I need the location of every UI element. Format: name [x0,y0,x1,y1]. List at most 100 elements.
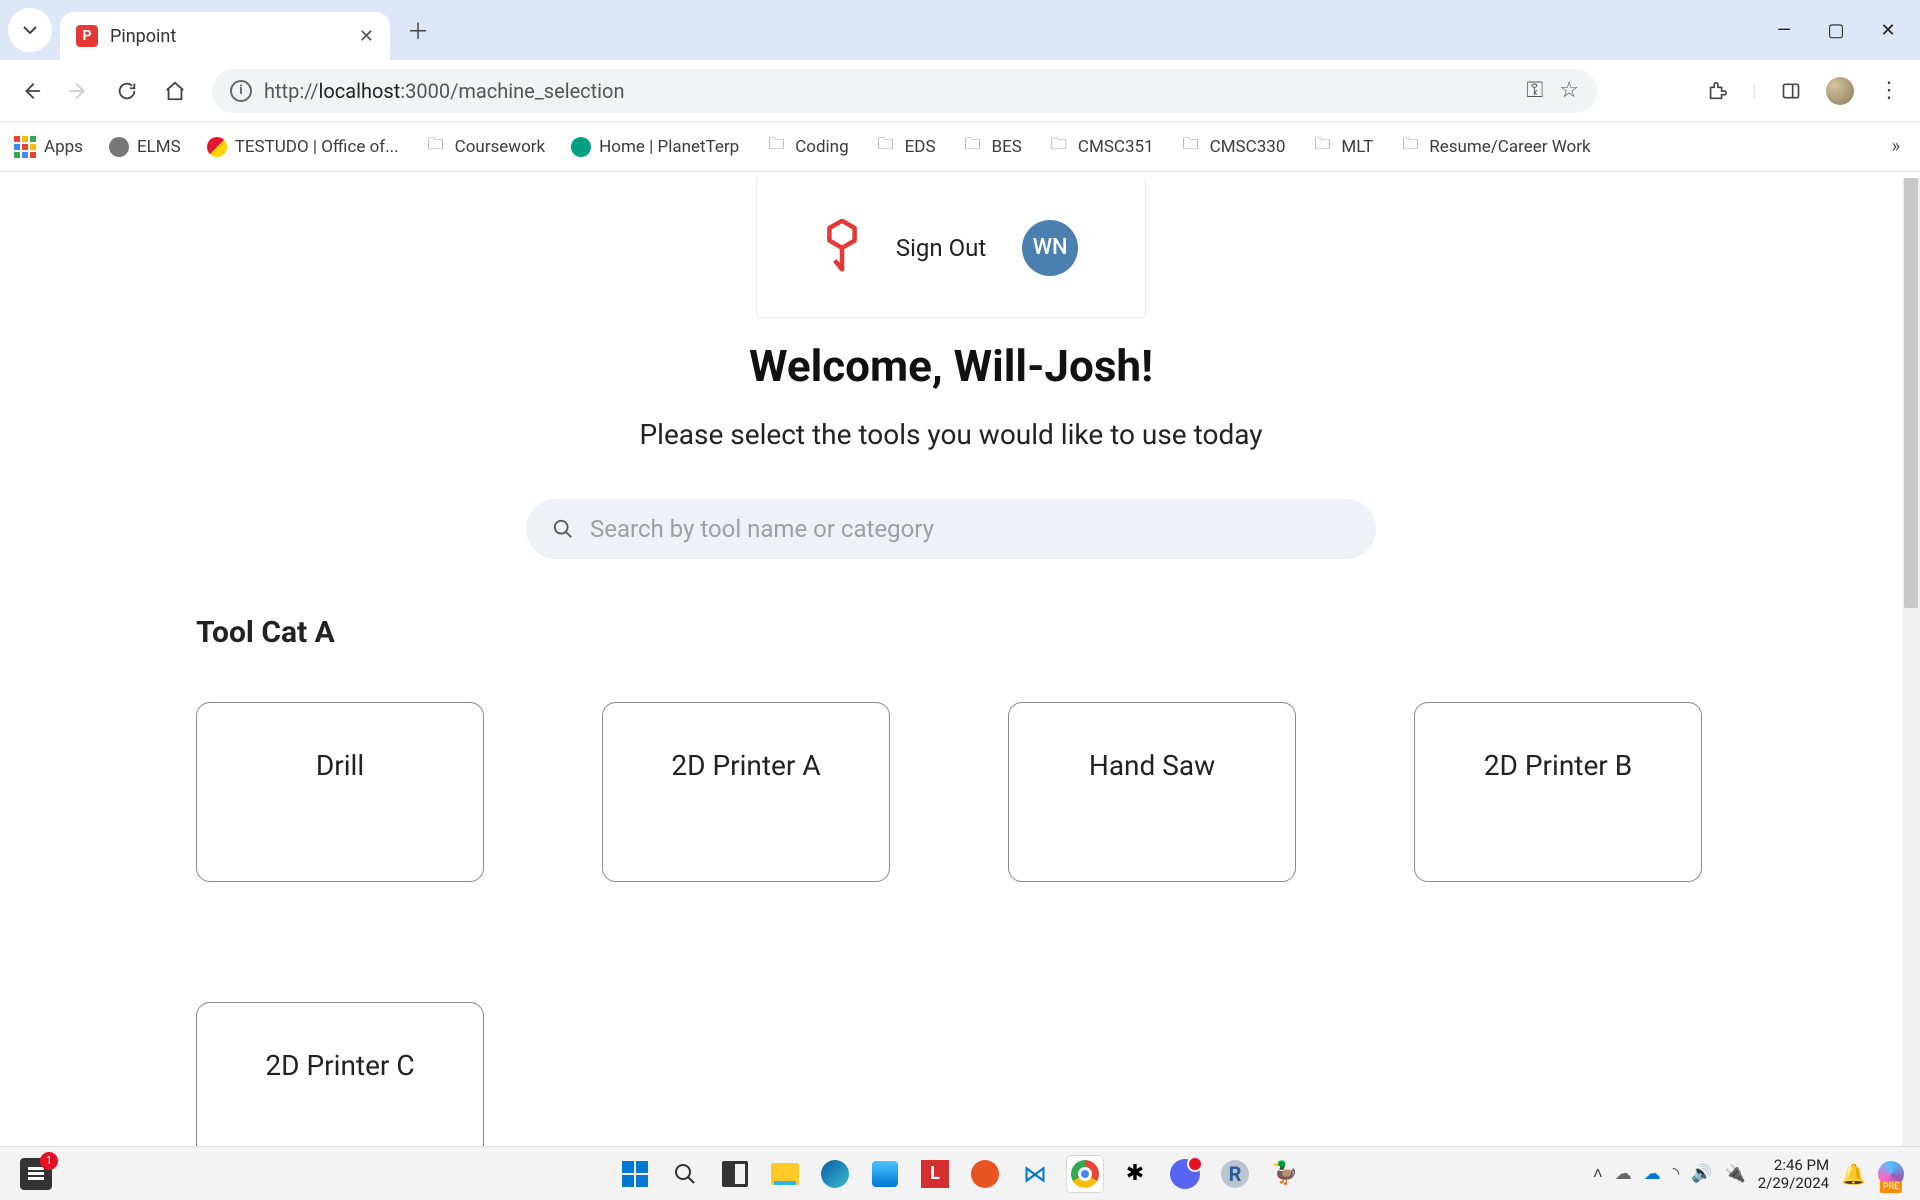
tab-search-button[interactable] [8,8,52,52]
tab-title: Pinpoint [110,26,347,47]
welcome-heading: Welcome, Will-Josh! [0,340,1902,392]
tool-card[interactable]: Drill [196,702,484,882]
browser-tab[interactable]: P Pinpoint ✕ [60,12,390,60]
site-info-icon[interactable]: i [230,80,252,102]
search-icon [673,1162,697,1186]
tray-overflow[interactable]: ˄ [1593,1164,1603,1184]
search-button[interactable] [667,1156,703,1192]
folder-icon: 🗀 [1048,136,1070,158]
page-content: Sign Out WN Welcome, Will-Josh! Please s… [0,178,1902,1168]
back-button[interactable] [14,74,48,108]
chrome-app[interactable] [1067,1156,1103,1192]
user-avatar-badge[interactable]: WN [1022,220,1078,276]
scrollbar-thumb[interactable] [1904,178,1918,608]
search-icon [552,518,574,540]
bookmark-item[interactable]: 🗀BES [962,136,1022,158]
bookmark-item[interactable]: 🗀Coursework [425,136,546,158]
menu-button[interactable]: ⋮ [1872,74,1906,108]
close-window-button[interactable]: ✕ [1876,20,1900,41]
home-button[interactable] [158,74,192,108]
folder-icon: 🗀 [962,136,984,158]
volume-icon[interactable]: 🔊 [1691,1164,1712,1184]
tab-favicon: P [76,25,98,47]
file-explorer[interactable] [767,1156,803,1192]
start-button[interactable] [617,1156,653,1192]
browser-tab-strip: P Pinpoint ✕ ＋ — ▢ ✕ [0,0,1920,60]
onedrive-icon[interactable]: ☁ [1615,1164,1632,1184]
bookmark-item[interactable]: Home | PlanetTerp [571,137,739,157]
app-l[interactable]: L [917,1156,953,1192]
reload-button[interactable] [110,74,144,108]
extensions-button[interactable] [1700,74,1734,108]
planetterp-icon [571,137,591,157]
arrow-left-icon [20,80,42,102]
notifications-icon[interactable]: 🔔 [1841,1162,1866,1186]
search-input[interactable] [590,515,1350,543]
bookmark-item[interactable]: 🗀Coding [765,136,848,158]
puzzle-icon [1706,80,1728,102]
windows-taskbar: L ⋈ ✱ R 🦆 ˄ ☁ ☁ ◝ 🔊 🔌 2:46 PM 2/29/2024 … [0,1146,1920,1200]
rstudio-app[interactable]: R [1217,1156,1253,1192]
taskbar-center: L ⋈ ✱ R 🦆 [617,1156,1303,1192]
search-box[interactable] [526,499,1376,559]
address-bar[interactable]: i http://localhost:3000/machine_selectio… [212,69,1597,113]
battery-icon[interactable]: 🔌 [1725,1164,1746,1184]
camera-app[interactable]: 🦆 [1267,1156,1303,1192]
category-heading: Tool Cat A [196,615,1706,650]
new-tab-button[interactable]: ＋ [398,10,438,50]
slack-app[interactable]: ✱ [1117,1156,1153,1192]
tool-card[interactable]: 2D Printer B [1414,702,1702,882]
tool-card[interactable]: Hand Saw [1008,702,1296,882]
page-scrollbar[interactable]: ▲ [1902,178,1920,1168]
vscode-app[interactable]: ⋈ [1017,1156,1053,1192]
bookmark-item[interactable]: TESTUDO | Office of... [207,137,399,157]
edge-browser[interactable] [817,1156,853,1192]
bookmark-item[interactable]: 🗀CMSC351 [1048,136,1154,158]
minimize-button[interactable]: — [1772,20,1796,41]
bookmark-item[interactable]: 🗀CMSC330 [1180,136,1286,158]
bookmark-item[interactable]: ELMS [109,137,181,157]
bookmarks-overflow-button[interactable]: » [1892,136,1906,157]
maximize-button[interactable]: ▢ [1824,20,1848,41]
globe-icon [109,137,129,157]
onedrive-icon-2[interactable]: ☁ [1644,1164,1661,1184]
home-icon [164,80,186,102]
clock[interactable]: 2:46 PM 2/29/2024 [1758,1156,1829,1192]
copilot-icon[interactable]: PRE [1878,1161,1904,1187]
password-key-icon[interactable]: ⚿ [1527,78,1544,103]
microsoft-store[interactable] [867,1156,903,1192]
wifi-icon[interactable]: ◝ [1673,1164,1680,1184]
folder-icon: 🗀 [875,136,897,158]
pinpoint-logo [824,219,860,277]
bookmark-item[interactable]: 🗀Resume/Career Work [1399,136,1590,158]
panel-icon [1781,81,1801,101]
task-view-button[interactable] [717,1156,753,1192]
folder-icon: 🗀 [765,136,787,158]
bookmark-star-icon[interactable]: ☆ [1559,78,1579,103]
chevron-down-icon [22,22,38,38]
bookmark-item[interactable]: 🗀EDS [875,136,936,158]
window-controls: — ▢ ✕ [1772,20,1912,41]
app-header: Sign Out WN [756,178,1146,318]
tool-card[interactable]: 2D Printer A [602,702,890,882]
tool-card[interactable]: 2D Printer C [196,1002,484,1168]
url-text: http://localhost:3000/machine_selection [264,79,1515,103]
apps-grid-icon [14,136,36,158]
ubuntu-app[interactable] [967,1156,1003,1192]
folder-icon: 🗀 [1311,136,1333,158]
sidepanel-button[interactable] [1774,74,1808,108]
bookmark-apps[interactable]: Apps [14,136,83,158]
discord-app[interactable] [1167,1156,1203,1192]
forward-button [62,74,96,108]
folder-icon: 🗀 [1399,136,1421,158]
testudo-icon [207,137,227,157]
tab-close-button[interactable]: ✕ [359,26,374,47]
arrow-right-icon [68,80,90,102]
news-widget[interactable] [20,1158,52,1190]
sign-out-link[interactable]: Sign Out [896,234,986,262]
system-tray: ˄ ☁ ☁ ◝ 🔊 🔌 2:46 PM 2/29/2024 🔔 PRE [1593,1156,1920,1192]
browser-toolbar: i http://localhost:3000/machine_selectio… [0,60,1920,122]
folder-icon: 🗀 [425,136,447,158]
profile-avatar[interactable] [1826,77,1854,105]
bookmark-item[interactable]: 🗀MLT [1311,136,1373,158]
